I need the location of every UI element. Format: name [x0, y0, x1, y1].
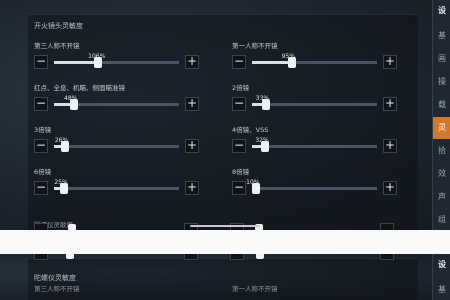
increase-button[interactable]: +: [185, 181, 199, 195]
section-title: 开火镜头灵敏度: [34, 22, 83, 30]
sidebar-tab[interactable]: 效: [433, 163, 450, 185]
sensitivity-slider[interactable]: 32%: [252, 137, 377, 152]
decrease-button[interactable]: −: [34, 55, 48, 69]
home-indicator[interactable]: [190, 225, 260, 227]
divider-band: [0, 230, 450, 254]
slider-value: 106%: [88, 53, 106, 60]
sensitivity-slider[interactable]: 26%: [54, 137, 179, 152]
slider-fill: [252, 61, 292, 64]
sensitivity-slider[interactable]: 25%: [54, 179, 179, 194]
decrease-button[interactable]: −: [232, 139, 246, 153]
sensitivity-label: 第一人称不开镜: [232, 42, 278, 50]
sensitivity-label: 2倍镜: [232, 84, 250, 92]
sensitivity-group: 6倍镜 − +25%: [34, 166, 199, 204]
decrease-button[interactable]: −: [232, 97, 246, 111]
decrease-button[interactable]: −: [232, 181, 246, 195]
sensitivity-group: 第一人称不开镜 − +95%: [232, 40, 397, 78]
slider-value: 25%: [54, 179, 68, 186]
slider-value: 48%: [64, 95, 78, 102]
next-minus-button-partial[interactable]: [34, 223, 48, 230]
sidebar-tab[interactable]: 基: [433, 279, 450, 300]
sensitivity-group: 红点、全息、机瞄、侧面瞄准镜 − +48%: [34, 82, 199, 120]
increase-button[interactable]: +: [383, 181, 397, 195]
sensitivity-label: 红点、全息、机瞄、侧面瞄准镜: [34, 84, 125, 92]
sidebar-tab[interactable]: 基: [433, 25, 450, 47]
gyro-panel: 陀螺仪灵敏度: [28, 258, 418, 300]
sensitivity-group: 2倍镜 − +33%: [232, 82, 397, 120]
sidebar-tab[interactable]: 组: [433, 209, 450, 230]
decrease-button[interactable]: −: [34, 181, 48, 195]
sensitivity-label: 3倍镜: [34, 126, 52, 134]
sidebar-tab[interactable]: 声: [433, 186, 450, 208]
sidebar-tab[interactable]: 载: [433, 94, 450, 116]
sidebar-tab[interactable]: 设: [433, 0, 450, 22]
sidebar-tab[interactable]: 画: [433, 48, 450, 70]
sensitivity-group: 3倍镜 − +26%: [34, 124, 199, 162]
sensitivity-slider[interactable]: 10%: [246, 179, 377, 194]
gyro-section-title: 陀螺仪灵敏度: [34, 274, 76, 282]
slider-fill: [54, 61, 99, 64]
bottom-slider-thumb-partial-right[interactable]: [256, 254, 264, 259]
increase-button[interactable]: +: [185, 97, 199, 111]
sensitivity-slider[interactable]: 106%: [54, 53, 179, 68]
increase-button[interactable]: +: [185, 139, 199, 153]
sidebar-tab[interactable]: 操: [433, 71, 450, 93]
bottom-label-left: 第三人称不开镜: [34, 285, 80, 293]
sensitivity-label: 第三人称不开镜: [34, 42, 80, 50]
increase-button[interactable]: +: [383, 55, 397, 69]
decrease-button[interactable]: −: [232, 55, 246, 69]
slider-value: 10%: [246, 179, 260, 186]
sensitivity-label: 6倍镜: [34, 168, 52, 176]
bottom-label-right: 第一人称不开镜: [232, 285, 278, 293]
bottom-minus-button-partial[interactable]: [34, 254, 48, 260]
settings-sidebar: 设基画操载灵拾效声组: [432, 0, 450, 230]
sensitivity-group: 4倍镜、VSS − +32%: [232, 124, 397, 162]
decrease-button[interactable]: −: [34, 139, 48, 153]
slider-value: 32%: [255, 137, 269, 144]
increase-button[interactable]: +: [383, 97, 397, 111]
settings-screen-bottom: 陀螺仪灵敏度 第三人称不开镜 第一人称不开镜 设基: [0, 254, 450, 300]
bottom-plus-button-partial-right[interactable]: [380, 254, 394, 260]
bottom-plus-button-partial[interactable]: [184, 254, 198, 260]
settings-sidebar-bottom: 设基: [432, 254, 450, 300]
sidebar-tab[interactable]: 灵: [433, 117, 450, 139]
sidebar-tab[interactable]: 拾: [433, 140, 450, 162]
increase-button[interactable]: +: [383, 139, 397, 153]
next-plus-button-partial-right[interactable]: [380, 223, 394, 230]
bottom-minus-button-partial-right[interactable]: [230, 254, 244, 260]
sensitivity-group: 第三人称不开镜 − +106%: [34, 40, 199, 78]
settings-screen-top: 开火镜头灵敏度 第三人称不开镜 − +106% 第一人称不开镜 − +95% 红点、全息、机…: [0, 0, 450, 230]
sensitivity-label: 4倍镜、VSS: [232, 126, 269, 134]
sensitivity-group: 8倍镜 − +10%: [232, 166, 397, 204]
decrease-button[interactable]: −: [34, 97, 48, 111]
sensitivity-label: 8倍镜: [232, 168, 250, 176]
slider-value: 33%: [255, 95, 270, 102]
sensitivity-slider[interactable]: 95%: [252, 53, 377, 68]
slider-value: 26%: [54, 137, 69, 144]
sensitivity-slider[interactable]: 48%: [54, 95, 179, 110]
increase-button[interactable]: +: [185, 55, 199, 69]
sensitivity-slider[interactable]: 33%: [252, 95, 377, 110]
bottom-slider-thumb-partial[interactable]: [66, 254, 74, 259]
slider-value: 95%: [281, 53, 295, 60]
sidebar-tab[interactable]: 设: [433, 254, 450, 276]
